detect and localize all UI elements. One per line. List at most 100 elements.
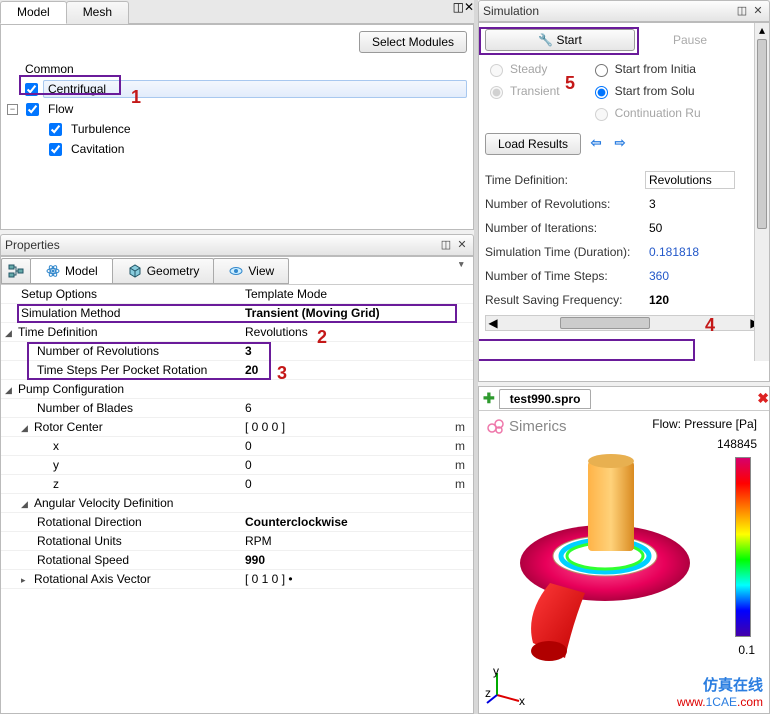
input-num-revs[interactable]: 3 — [645, 195, 725, 213]
pin-icon[interactable]: ◫ — [453, 0, 464, 23]
prop-row-x[interactable]: x 0 m — [1, 437, 473, 456]
prop-row-rot-speed[interactable]: Rotational Speed 990 — [1, 551, 473, 570]
tab-label: Geometry — [147, 264, 200, 278]
checkbox-turbulence[interactable] — [49, 123, 62, 136]
collapse-icon[interactable]: − — [7, 104, 18, 115]
prop-row-setup-options[interactable]: Setup Options Template Mode ▾ — [1, 285, 473, 304]
tab-geometry[interactable]: Geometry — [112, 258, 215, 284]
expander-icon[interactable]: ◢ — [5, 328, 14, 337]
dropdown-time-def[interactable]: Revolutions — [645, 171, 735, 189]
tree-label: Cavitation — [67, 141, 128, 157]
prop-row-y[interactable]: y 0 m — [1, 456, 473, 475]
atom-icon — [45, 263, 61, 279]
radio-start-from-solution[interactable]: Start from Solu — [590, 83, 701, 99]
load-results-button[interactable]: Load Results — [485, 133, 581, 155]
tab-model-props[interactable]: Model — [30, 258, 113, 284]
label-num-steps: Number of Time Steps: — [485, 269, 645, 283]
svg-text:y: y — [493, 667, 499, 678]
add-tab-button[interactable]: ✚ — [483, 390, 495, 407]
model-tab-strip: Model Mesh ◫ ✕ — [0, 0, 474, 24]
property-grid: Setup Options Template Mode ▾ Simulation… — [1, 285, 473, 713]
prop-row-time-def[interactable]: ◢Time Definition Revolutions ▾ — [1, 323, 473, 342]
checkbox-flow[interactable] — [26, 103, 39, 116]
radio-input[interactable] — [595, 86, 608, 99]
legend-max: 148845 — [717, 437, 757, 451]
tree-item-flow[interactable]: − Flow — [7, 99, 467, 119]
radio-input[interactable] — [595, 64, 608, 77]
properties-title: Properties — [5, 238, 439, 252]
prop-row-rot-units[interactable]: Rotational Units RPM ▾ — [1, 532, 473, 551]
prop-row-rot-axis[interactable]: ▸Rotational Axis Vector [ 0 1 0 ] • — [1, 570, 473, 589]
legend-min: 0.1 — [738, 643, 755, 657]
value-num-steps: 360 — [645, 267, 725, 285]
tree-icon — [8, 263, 24, 279]
tree-view-button[interactable] — [1, 258, 31, 284]
close-icon[interactable]: ✕ — [455, 238, 469, 252]
tab-model[interactable]: Model — [0, 1, 67, 24]
next-result-button[interactable]: ⇨ — [611, 136, 629, 152]
properties-panel: Model Geometry View Setup Options Templa… — [0, 256, 474, 714]
tree-item-turbulence[interactable]: Turbulence — [7, 119, 467, 139]
expander-icon[interactable]: ◢ — [21, 499, 30, 508]
expander-icon[interactable]: ◢ — [5, 385, 14, 394]
close-viz-button[interactable]: ✖ — [757, 390, 769, 407]
pin-icon[interactable]: ◫ — [439, 238, 453, 252]
module-tree: Common Centrifugal − Flow Turbulence — [5, 55, 469, 163]
close-icon[interactable]: ✕ — [464, 0, 474, 23]
tree-item-centrifugal[interactable]: Centrifugal — [7, 79, 467, 99]
prop-row-z[interactable]: z 0 m — [1, 475, 473, 494]
model-panel: Select Modules Common Centrifugal − Flow — [0, 24, 474, 230]
colorbar — [735, 457, 751, 637]
close-icon[interactable]: ✕ — [751, 4, 765, 18]
simulation-panel: 🔧 Start Pause Steady Transient — [478, 22, 770, 382]
select-modules-button[interactable]: Select Modules — [359, 31, 467, 53]
tree-label: Flow — [44, 101, 77, 117]
input-save-freq[interactable]: 120 — [645, 291, 725, 309]
svg-text:x: x — [519, 694, 525, 707]
prop-row-rot-dir[interactable]: Rotational Direction Counterclockwise ▾ — [1, 513, 473, 532]
pin-icon[interactable]: ◫ — [735, 4, 749, 18]
prop-row-pump-config[interactable]: ◢Pump Configuration — [1, 380, 473, 399]
annotation-4: 4 — [705, 315, 715, 336]
svg-text:z: z — [485, 686, 491, 700]
tab-mesh[interactable]: Mesh — [66, 1, 129, 24]
horizontal-scrollbar[interactable]: ◀ ▶ — [485, 315, 763, 331]
radio-input — [490, 86, 503, 99]
annotation-3: 3 — [277, 363, 287, 384]
simerics-logo: Simerics — [487, 417, 567, 435]
simulation-titlebar: Simulation ◫ ✕ — [478, 0, 770, 22]
label-num-iter: Number of Iterations: — [485, 221, 645, 235]
radio-input — [595, 108, 608, 121]
label-time-def: Time Definition: — [485, 173, 645, 187]
tree-label: Common — [21, 61, 78, 77]
label-num-revs: Number of Revolutions: — [485, 197, 645, 211]
radio-start-from-initial[interactable]: Start from Initia — [590, 61, 701, 77]
radio-steady: Steady — [485, 61, 560, 77]
viz-canvas[interactable]: Simerics Flow: Pressure [Pa] 148845 0.1 — [479, 411, 769, 713]
prop-row-num-blades[interactable]: Number of Blades 6 — [1, 399, 473, 418]
properties-tabs: Model Geometry View — [1, 257, 473, 285]
prop-row-ang-vel[interactable]: ◢Angular Velocity Definition — [1, 494, 473, 513]
vertical-scrollbar[interactable]: ▴ — [754, 23, 769, 361]
tree-item-cavitation[interactable]: Cavitation — [7, 139, 467, 159]
input-num-iter[interactable]: 50 — [645, 219, 725, 237]
prev-result-button[interactable]: ⇦ — [587, 136, 605, 152]
prop-row-sim-method[interactable]: Simulation Method Transient (Moving Grid… — [1, 304, 473, 323]
prop-row-num-revs[interactable]: Number of Revolutions 3 — [1, 342, 473, 361]
prop-row-tspr[interactable]: Time Steps Per Pocket Rotation 20 — [1, 361, 473, 380]
annotation-2: 2 — [317, 327, 327, 348]
expander-icon[interactable]: ◢ — [21, 423, 30, 432]
eye-icon — [228, 263, 244, 279]
tab-view[interactable]: View — [213, 258, 289, 284]
expander-icon[interactable]: ▸ — [21, 575, 30, 584]
legend-title: Flow: Pressure [Pa] — [652, 417, 757, 431]
viz-tab[interactable]: test990.spro — [499, 389, 592, 409]
value-sim-time: 0.181818 — [645, 243, 725, 261]
checkbox-cavitation[interactable] — [49, 143, 62, 156]
cube-icon — [127, 263, 143, 279]
start-button[interactable]: 🔧 Start — [485, 29, 635, 51]
tree-item-common[interactable]: Common — [7, 59, 467, 79]
prop-row-rotor-center[interactable]: ◢Rotor Center [ 0 0 0 ] m — [1, 418, 473, 437]
checkbox-centrifugal[interactable] — [25, 83, 38, 96]
tab-label: View — [248, 264, 274, 278]
